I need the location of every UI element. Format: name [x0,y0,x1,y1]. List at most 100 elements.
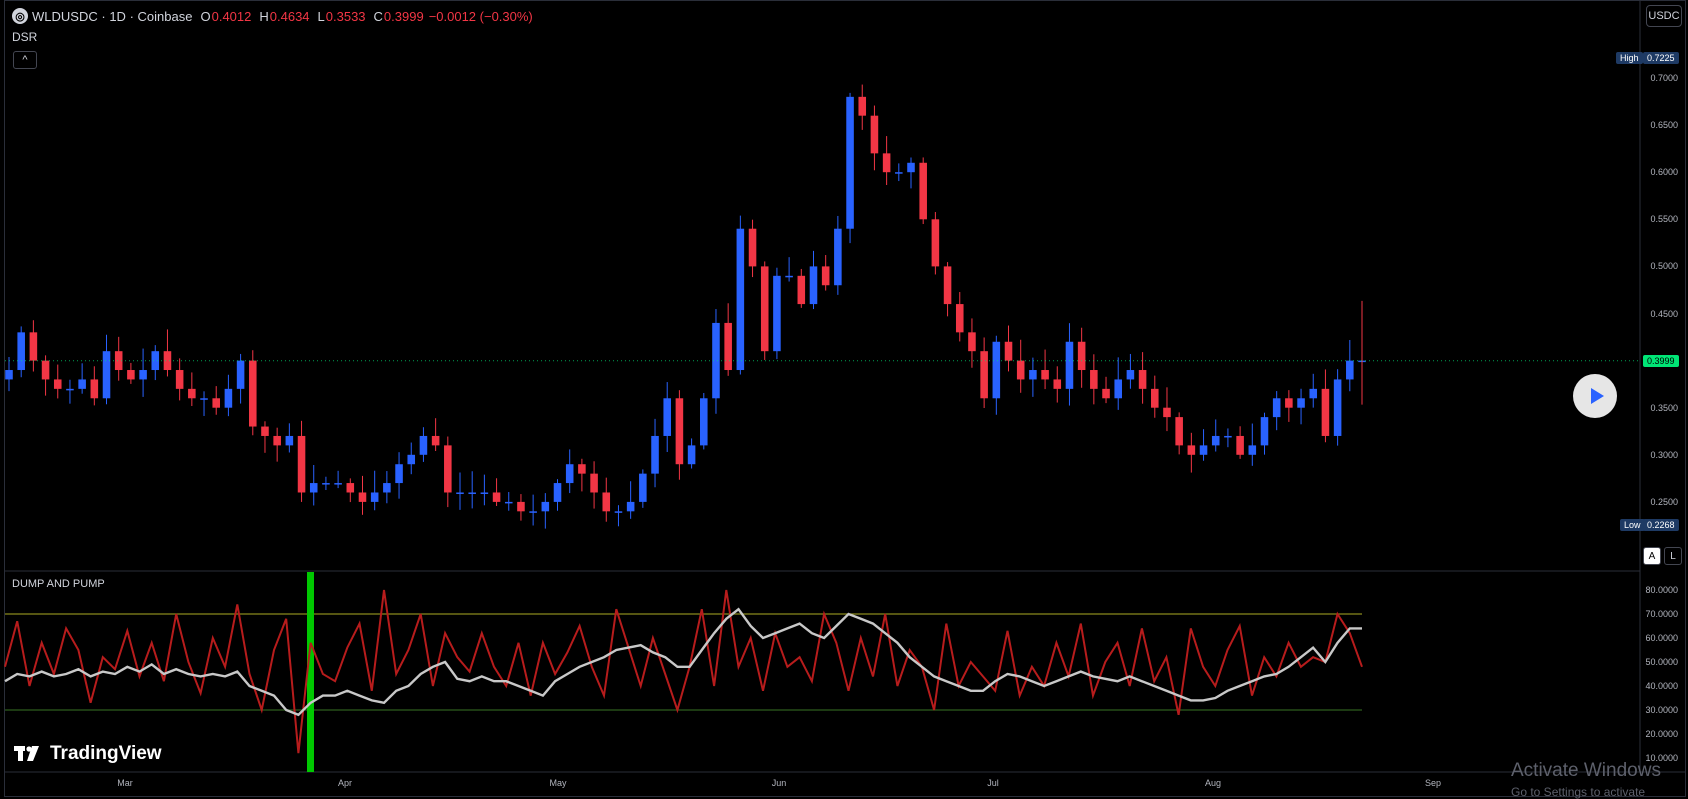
high-tag-label: High [1616,52,1643,64]
candle-body [163,351,172,371]
indicator-axis-label: 20.0000 [1645,729,1678,739]
candle-body [1297,398,1305,408]
close-label: C [373,8,383,24]
high-label: H [259,8,269,24]
candle-body [212,398,220,408]
low-label: L [317,8,325,24]
candle-body [1321,388,1330,436]
high-tag-value: 0.7225 [1643,52,1679,64]
chevron-up-icon[interactable]: ^ [13,51,37,69]
candle-body [834,228,842,286]
candle-body [261,426,269,436]
high-value: 0.4634 [269,8,310,24]
candle-body [1309,388,1318,399]
candle-body [968,332,976,352]
price-axis-label: 0.7000 [1650,73,1678,83]
candle-body [553,483,562,502]
separator: · [129,8,134,24]
candle-body [1016,360,1025,380]
candle-body [1138,370,1147,389]
price-axis-label: 0.5000 [1650,261,1678,272]
candle-body [1151,388,1159,408]
candle-body [955,304,964,333]
indicator-pane-title[interactable]: DUMP AND PUMP [12,578,105,590]
price-axis-label: 0.6000 [1650,167,1678,178]
price-axis-label: 0.2500 [1650,496,1678,507]
close-value: 0.3999 [383,8,424,24]
candle-body [1004,341,1013,361]
candle-body [980,351,988,399]
separator: · [101,8,106,24]
candle-body [419,435,428,455]
candle-body [1065,341,1074,389]
candle-body [992,341,1001,399]
play-replay-button[interactable] [1573,374,1617,418]
candle-body [53,379,62,389]
time-axis-label: Sep [1424,778,1442,788]
time-axis-label: Apr [337,778,353,788]
indicator-axis-label: 40.0000 [1645,681,1678,691]
exchange-label: Coinbase [137,8,193,24]
price-chart-canvas[interactable] [0,0,1688,799]
price-axis-label: 0.4500 [1650,308,1678,319]
candle-body [322,483,330,485]
candle-body [809,266,818,305]
candle-body [1248,445,1257,455]
candle-body [358,492,367,502]
candle-body [468,492,476,494]
candle-body [431,435,440,446]
candle-body [1333,379,1342,436]
candle-body [614,511,623,513]
candle-body [700,398,708,446]
candle-body [1199,445,1208,455]
open-value: 0.4012 [211,8,252,24]
candle-body [1211,435,1220,446]
candle-body [907,162,915,173]
tradingview-logo: TradingView [14,743,162,765]
candle-body [1090,370,1098,389]
candle-body [297,435,306,493]
candle-body [736,228,745,371]
candle-body [565,464,574,484]
candle-body [1114,379,1122,399]
candle-body [66,388,74,391]
auto-scale-button[interactable]: A [1643,547,1661,565]
candle-body [407,454,416,465]
candle-body [760,266,769,352]
candle-body [1346,360,1354,380]
candle-body [480,492,489,494]
candle-body [334,483,342,485]
indicator-axis-label: 60.0000 [1645,633,1678,643]
log-scale-button[interactable]: L [1664,547,1682,565]
candle-body [748,228,757,267]
currency-button[interactable]: USDC [1646,5,1682,27]
indicator-axis-label: 70.0000 [1645,609,1678,619]
price-axis-label: 0.3000 [1650,449,1678,460]
candle-body [675,398,684,465]
tradingview-wordmark: TradingView [50,743,162,764]
candle-body [785,275,793,278]
last-price-tag: 0.3999 [1643,354,1679,367]
candle-body [5,370,13,380]
low-value: 0.3533 [325,8,366,24]
price-axis-label: 0.5500 [1650,214,1678,225]
candle-body [285,435,294,446]
interval-label[interactable]: 1D [109,9,126,24]
coin-logo-icon: ◎ [12,8,28,24]
symbol-name[interactable]: WLDUSDC [32,9,98,24]
candle-body [1029,370,1037,380]
candle-body [870,115,879,154]
change-value: −0.0012 (−0.30%) [428,8,533,24]
time-axis-label: Mar [117,778,133,788]
collapse-glyph: ^ [22,54,28,66]
candle-body [17,332,25,371]
low-tag-value: 0.2268 [1643,519,1679,531]
candle-body [127,370,135,380]
candle-body [175,370,184,389]
dump-pump-signal-line [4,607,1362,717]
candle-body [517,501,525,512]
candle-body [41,360,50,380]
candle-body [663,398,671,436]
candle-body [492,492,501,502]
indicator-label-dsr[interactable]: DSR [12,30,37,44]
